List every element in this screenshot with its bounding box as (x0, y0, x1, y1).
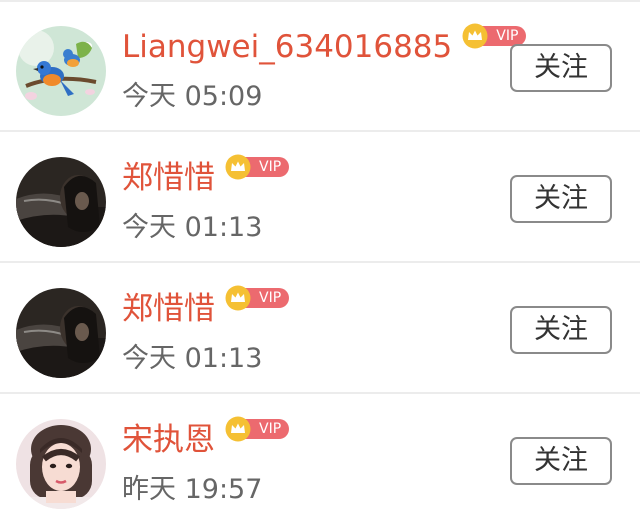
avatar[interactable] (16, 157, 106, 247)
girl-portrait-avatar-icon (16, 419, 106, 509)
name-line: 郑惜惜 VIP (122, 284, 290, 334)
crown-icon (225, 285, 251, 311)
list-item[interactable]: 郑惜惜 VIP 今天 01:13 关注 (0, 264, 640, 394)
avatar[interactable] (16, 288, 106, 378)
follow-button[interactable]: 关注 (510, 306, 612, 354)
list-item[interactable]: Liangwei_634016885 VIP 今天 05:09 关注 (0, 2, 640, 132)
avatar[interactable] (16, 419, 106, 509)
timestamp: 今天 01:13 (122, 343, 263, 374)
follower-list: Liangwei_634016885 VIP 今天 05:09 关注 郑惜惜 V… (0, 0, 640, 509)
timestamp: 昨天 19:57 (122, 474, 263, 505)
timestamp: 今天 05:09 (122, 81, 263, 112)
follow-button[interactable]: 关注 (510, 175, 612, 223)
timestamp: 今天 01:13 (122, 212, 263, 243)
row-divider (0, 130, 640, 132)
user-name[interactable]: Liangwei_634016885 (122, 31, 452, 63)
follow-button[interactable]: 关注 (510, 437, 612, 485)
list-item[interactable]: 宋执恩 VIP 昨天 19:57 关注 (0, 395, 640, 509)
name-line: Liangwei_634016885 VIP (122, 22, 527, 72)
dark-portrait-avatar-icon (16, 157, 106, 247)
user-name[interactable]: 宋执恩 (122, 424, 215, 456)
list-item[interactable]: 郑惜惜 VIP 今天 01:13 关注 (0, 133, 640, 263)
dark-portrait-avatar-icon (16, 288, 106, 378)
user-name[interactable]: 郑惜惜 (122, 293, 215, 325)
vip-badge: VIP (225, 416, 290, 442)
crown-icon (462, 23, 488, 49)
avatar[interactable] (16, 26, 106, 116)
name-line: 郑惜惜 VIP (122, 153, 290, 203)
row-divider (0, 392, 640, 394)
row-divider (0, 261, 640, 263)
vip-badge: VIP (225, 285, 290, 311)
crown-icon (225, 416, 251, 442)
crown-icon (225, 154, 251, 180)
name-line: 宋执恩 VIP (122, 415, 290, 465)
vip-badge: VIP (225, 154, 290, 180)
follow-button[interactable]: 关注 (510, 44, 612, 92)
birds-avatar-icon (16, 26, 106, 116)
user-name[interactable]: 郑惜惜 (122, 162, 215, 194)
